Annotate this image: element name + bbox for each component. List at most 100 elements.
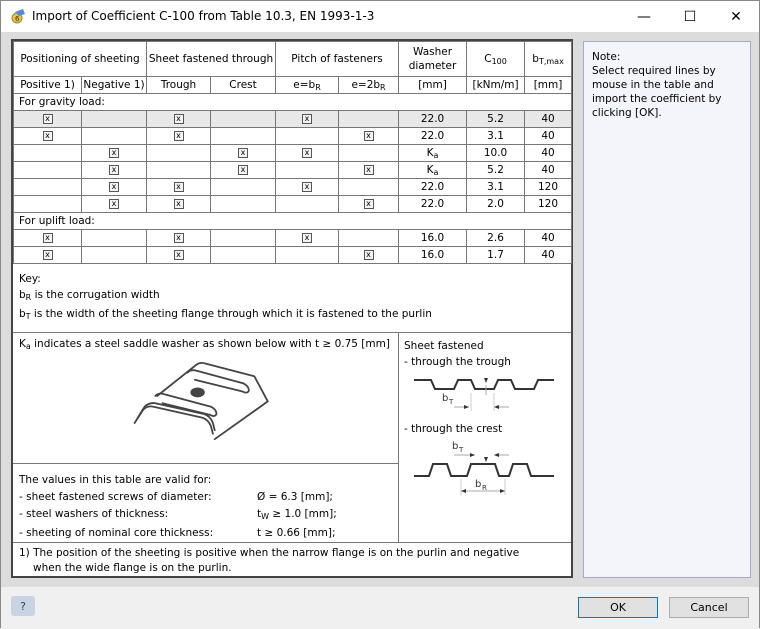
button-bar: ? OK Cancel — [1, 587, 759, 629]
cell-washer: 22.0 — [398, 195, 468, 213]
minimize-button[interactable]: — — [621, 1, 667, 32]
cancel-button[interactable]: Cancel — [669, 597, 749, 618]
cell-bt: 40 — [524, 127, 573, 145]
subheader-positive: Positive 1) — [13, 76, 82, 94]
washer-section: Ka indicates a steel saddle washer as sh… — [13, 333, 399, 543]
subheader-c100-unit: [kNm/m] — [466, 76, 526, 94]
checkbox-mark-icon: x — [42, 233, 53, 243]
table-row[interactable]: x x x 22.0 2.0 120 — [13, 195, 573, 213]
cell-e-2br: x — [338, 246, 400, 264]
cell-e-br — [275, 127, 340, 145]
cell-bt: 40 — [524, 144, 573, 162]
cell-negative — [80, 246, 148, 264]
table-row[interactable]: x x x 22.0 3.1 120 — [13, 178, 573, 196]
cell-washer: 22.0 — [398, 127, 468, 145]
header-fastened: Sheet fastened through — [146, 41, 277, 77]
cell-negative: x — [80, 144, 148, 162]
note-text: Select required lines by mouse in the ta… — [592, 65, 722, 119]
note-panel: Note: Select required lines by mouse in … — [583, 41, 751, 578]
checkbox-mark-icon: x — [238, 165, 249, 175]
checkbox-mark-icon: x — [302, 233, 313, 243]
checkbox-mark-icon: x — [173, 250, 184, 260]
cell-negative: x — [80, 178, 148, 196]
checkbox-mark-icon: x — [109, 148, 119, 158]
cell-crest: x — [210, 144, 277, 162]
validity-row: - sheet fastened screws of diameter: Ø = … — [19, 491, 333, 503]
cell-bt: 40 — [524, 110, 573, 128]
cell-positive — [13, 161, 82, 179]
cell-negative — [80, 229, 148, 247]
key-bt: bT is the width of the sheeting flange t… — [19, 308, 432, 321]
cell-washer: Ka — [398, 144, 468, 162]
cell-e-br: x — [275, 178, 340, 196]
cell-e-br — [275, 161, 340, 179]
key-br: bR is the corrugation width — [19, 289, 160, 302]
group-label-row: For uplift load: — [12, 212, 573, 230]
trough-diagram: bT — [414, 378, 554, 411]
table-row[interactable]: x x x 22.0 3.1 40 — [13, 127, 573, 145]
key-title: Key: — [19, 273, 41, 285]
cell-c100: 2.0 — [466, 195, 526, 213]
cell-washer: 22.0 — [398, 178, 468, 196]
cell-trough — [146, 144, 212, 162]
subheader-e-br: e=bR — [275, 76, 340, 94]
maximize-button[interactable]: ☐ — [667, 1, 713, 32]
table-row[interactable]: x x x 22.0 5.2 40 — [13, 110, 573, 128]
title-bar: 6 Import of Coefficient C-100 from Table… — [1, 1, 759, 32]
table-row[interactable]: x x x Ka 5.2 40 — [13, 161, 573, 179]
cell-bt: 40 — [524, 229, 573, 247]
checkbox-mark-icon: x — [363, 199, 374, 209]
header-positioning: Positioning of sheeting — [12, 41, 148, 77]
table-row[interactable]: x x x Ka 10.0 40 — [13, 144, 573, 162]
footnote-line: 1) The position of the sheeting is posit… — [19, 547, 520, 559]
cell-e-2br: x — [338, 161, 400, 179]
header-pitch: Pitch of fasteners — [275, 41, 400, 77]
group-label-row: For gravity load: — [12, 93, 573, 111]
cell-positive: x — [13, 110, 82, 128]
cell-trough — [146, 161, 212, 179]
cell-crest — [210, 178, 277, 196]
cell-negative: x — [80, 195, 148, 213]
validity-title: The values in this table are valid for: — [19, 474, 212, 486]
table-row[interactable]: x x x 16.0 1.7 40 — [13, 246, 573, 264]
table-row[interactable]: x x x 16.0 2.6 40 — [13, 229, 573, 247]
cell-crest: x — [210, 161, 277, 179]
note-title: Note: — [592, 51, 621, 63]
cell-trough: x — [146, 246, 212, 264]
checkbox-mark-icon: x — [42, 250, 53, 260]
cell-trough: x — [146, 178, 212, 196]
help-icon: ? — [20, 599, 26, 613]
cell-e-2br: x — [338, 127, 400, 145]
validity-row: - steel washers of thickness: tW ≥ 1.0 [m… — [19, 508, 337, 521]
subheader-trough: Trough — [146, 76, 212, 94]
checkbox-mark-icon: x — [173, 131, 184, 141]
checkbox-mark-icon: x — [302, 148, 313, 158]
cell-positive: x — [13, 229, 82, 247]
checkbox-mark-icon: x — [42, 131, 53, 141]
cell-trough: x — [146, 127, 212, 145]
window-title: Import of Coefficient C-100 from Table 1… — [32, 9, 375, 23]
cell-crest — [210, 246, 277, 264]
sheet-fastened-section: Sheet fastened - through the trough bT -… — [399, 333, 571, 543]
svg-text:b: b — [475, 479, 481, 490]
help-button[interactable]: ? — [11, 596, 35, 616]
cell-e-br: x — [275, 144, 340, 162]
lower-section: Ka indicates a steel saddle washer as sh… — [13, 333, 571, 543]
validity-row: - sheeting of nominal core thickness: t ≥… — [19, 527, 336, 539]
cell-positive — [13, 195, 82, 213]
cell-washer: 16.0 — [398, 246, 468, 264]
cell-negative — [80, 110, 148, 128]
close-button[interactable]: ✕ — [713, 1, 759, 32]
checkbox-mark-icon: x — [302, 182, 313, 192]
cell-positive: x — [13, 246, 82, 264]
checkbox-mark-icon: x — [302, 114, 313, 124]
saddle-washer-image — [133, 361, 269, 441]
svg-text:R: R — [482, 484, 487, 492]
cell-positive — [13, 144, 82, 162]
ok-button[interactable]: OK — [578, 597, 658, 618]
coefficient-table: Positioning of sheeting Sheet fastened t… — [12, 41, 573, 264]
svg-text:b: b — [452, 441, 458, 452]
cell-e-br: x — [275, 110, 340, 128]
cell-washer: 22.0 — [398, 110, 468, 128]
cell-e-br — [275, 246, 340, 264]
